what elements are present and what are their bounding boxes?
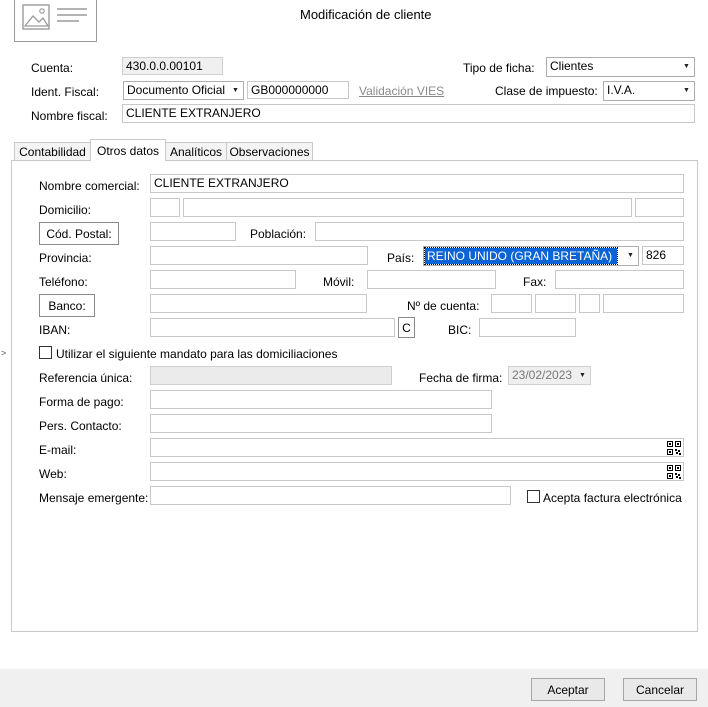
tab-label: Analíticos (169, 145, 223, 159)
mandato-checkbox[interactable] (39, 346, 52, 359)
ident-type-value: Documento Oficial (127, 83, 226, 97)
fecha-firma-label: Fecha de firma: (419, 371, 503, 385)
tab-otros-datos[interactable]: Otros datos (90, 139, 166, 161)
mensaje-label: Mensaje emergente: (39, 491, 149, 505)
pais-label: País: (387, 251, 415, 265)
cuenta-entidad-field[interactable] (491, 294, 532, 313)
bic-label: BIC: (448, 323, 472, 337)
iban-calc-button[interactable]: C (398, 317, 415, 338)
ident-fiscal-label: Ident. Fiscal: (31, 85, 100, 99)
pais-select[interactable]: REINO UNIDO (GRAN BRETAÑA) ▼ (423, 246, 639, 266)
pers-contacto-field[interactable] (150, 414, 492, 433)
chevron-down-icon: ▼ (683, 63, 690, 70)
bic-field[interactable] (479, 318, 576, 337)
window-title: Modificación de cliente (300, 7, 432, 22)
tab-label: Otros datos (96, 143, 160, 158)
movil-field[interactable] (367, 270, 496, 289)
nombre-comercial-field[interactable]: CLIENTE EXTRANJERO (150, 174, 684, 193)
chevron-down-icon: ▼ (627, 252, 634, 259)
nombre-fiscal-field[interactable]: CLIENTE EXTRANJERO (122, 104, 695, 123)
provincia-field[interactable] (150, 246, 368, 265)
banco-button[interactable]: Banco: (39, 294, 95, 317)
telefono-label: Teléfono: (39, 275, 88, 289)
pais-value: REINO UNIDO (GRAN BRETAÑA) (424, 247, 618, 265)
iban-label: IBAN: (39, 323, 71, 337)
accept-button[interactable]: Aceptar (531, 678, 605, 701)
cod-postal-field[interactable] (150, 222, 236, 241)
email-label: E-mail: (39, 443, 77, 457)
chevron-right-icon[interactable]: > (1, 348, 6, 358)
fax-label: Fax: (523, 275, 547, 289)
cancel-button[interactable]: Cancelar (623, 678, 697, 701)
qr-code-icon[interactable] (667, 441, 681, 455)
vies-link[interactable]: Validación VIES (359, 84, 444, 98)
fecha-firma-picker[interactable]: 23/02/2023 ▼ (508, 366, 591, 385)
tab-contabilidad[interactable]: Contabilidad (14, 142, 91, 161)
domicilio-field[interactable] (183, 198, 632, 217)
web-label: Web: (39, 467, 67, 481)
provincia-label: Provincia: (39, 251, 92, 265)
image-card-icon (14, 0, 97, 42)
web-field[interactable] (150, 462, 684, 481)
cuenta-numero-field[interactable] (603, 294, 684, 313)
chevron-down-icon: ▼ (232, 86, 239, 94)
factura-electronica-label: Acepta factura electrónica (543, 491, 682, 505)
factura-electronica-checkbox[interactable] (527, 490, 540, 503)
pers-contacto-label: Pers. Contacto: (39, 419, 122, 433)
mensaje-field[interactable] (150, 486, 511, 505)
domicilio-tipo-field[interactable] (150, 198, 180, 217)
telefono-field[interactable] (150, 270, 296, 289)
referencia-field[interactable] (150, 366, 392, 385)
cod-postal-button[interactable]: Cód. Postal: (39, 222, 119, 245)
movil-label: Móvil: (323, 275, 355, 289)
n-cuenta-label: Nº de cuenta: (407, 299, 480, 313)
iban-field[interactable] (150, 318, 395, 337)
clase-impuesto-select[interactable]: I.V.A. ▼ (603, 81, 695, 101)
clase-impuesto-value: I.V.A. (607, 83, 636, 97)
nombre-fiscal-label: Nombre fiscal: (31, 109, 108, 123)
banco-field[interactable] (150, 294, 367, 313)
chevron-down-icon: ▼ (579, 371, 586, 379)
forma-pago-label: Forma de pago: (39, 395, 124, 409)
tipo-ficha-value: Clientes (550, 59, 594, 73)
nombre-comercial-label: Nombre comercial: (39, 179, 140, 193)
cuenta-label: Cuenta: (31, 61, 74, 75)
tab-label: Observaciones (229, 145, 310, 159)
clase-impuesto-label: Clase de impuesto: (495, 84, 598, 98)
email-field[interactable] (150, 438, 684, 457)
pais-code-field[interactable]: 826 (642, 246, 684, 265)
tab-label: Contabilidad (19, 145, 86, 159)
ident-fiscal-field[interactable]: GB000000000 (247, 81, 349, 99)
cuenta-field[interactable]: 430.0.0.00101 (122, 57, 223, 75)
mandato-checkbox-label: Utilizar el siguiente mandato para las d… (56, 347, 338, 361)
cuenta-oficina-field[interactable] (535, 294, 576, 313)
domicilio-numero-field[interactable] (635, 198, 684, 217)
chevron-down-icon: ▼ (683, 87, 690, 94)
fax-field[interactable] (555, 270, 684, 289)
tab-observaciones[interactable]: Observaciones (226, 142, 313, 161)
poblacion-field[interactable] (315, 222, 684, 241)
tab-analiticos[interactable]: Analíticos (165, 142, 227, 161)
poblacion-label: Población: (250, 227, 307, 241)
domicilio-label: Domicilio: (39, 203, 92, 217)
ident-type-select[interactable]: Documento Oficial ▼ (123, 81, 244, 100)
fecha-firma-value: 23/02/2023 (512, 368, 573, 382)
qr-code-icon[interactable] (667, 465, 681, 479)
referencia-label: Referencia única: (39, 371, 133, 385)
tipo-ficha-label: Tipo de ficha: (463, 61, 535, 75)
cuenta-dc-field[interactable] (579, 294, 600, 313)
forma-pago-field[interactable] (150, 390, 492, 409)
tipo-ficha-select[interactable]: Clientes ▼ (546, 57, 695, 77)
